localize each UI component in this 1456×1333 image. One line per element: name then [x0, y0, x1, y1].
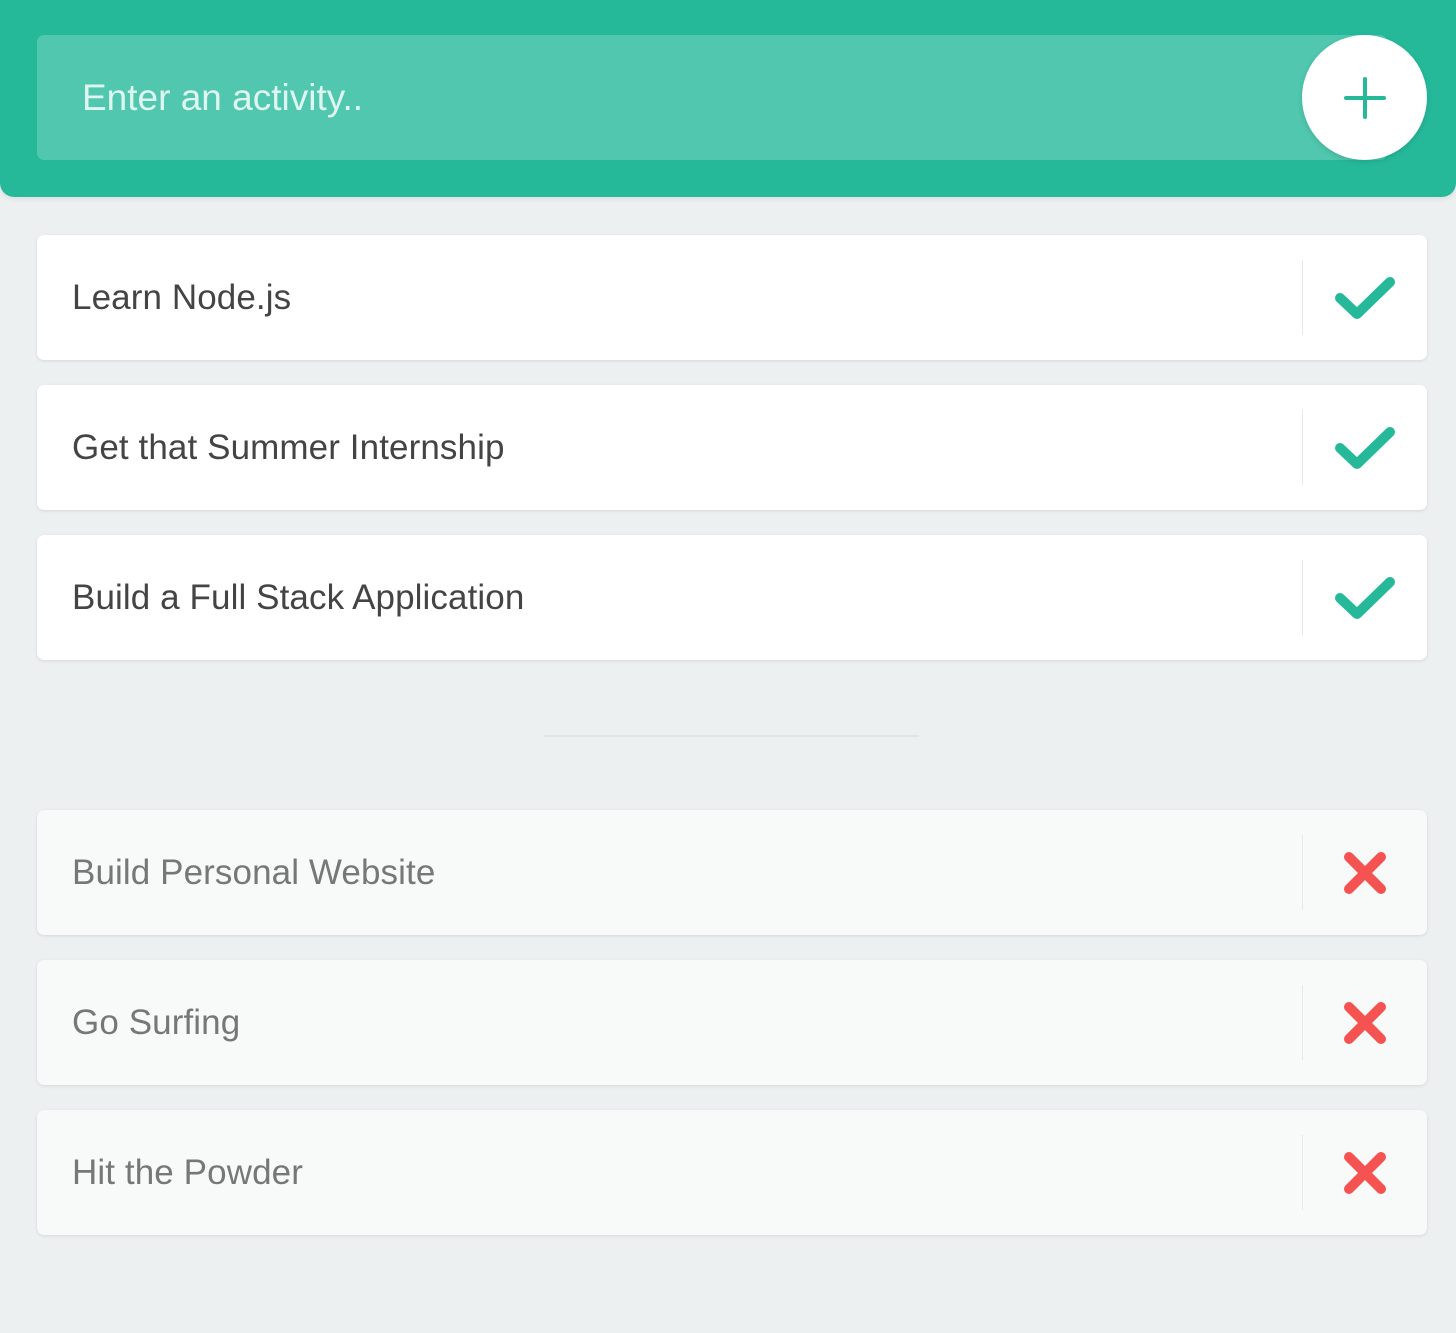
completed-list: Build Personal Website Go Surfing Hit th…: [37, 810, 1427, 1260]
close-icon: [1344, 1151, 1386, 1194]
activity-input[interactable]: [37, 35, 1387, 160]
completed-item-label: Hit the Powder: [72, 1152, 303, 1192]
check-icon: [1335, 426, 1395, 469]
todo-item: Build a Full Stack Application: [37, 535, 1427, 660]
completed-item: Hit the Powder: [37, 1110, 1427, 1235]
todo-item: Learn Node.js: [37, 235, 1427, 360]
completed-item-label: Build Personal Website: [72, 852, 436, 892]
complete-button[interactable]: [1303, 385, 1427, 510]
add-activity-button[interactable]: [1302, 35, 1427, 160]
header-bar: [0, 0, 1456, 197]
check-icon: [1335, 576, 1395, 619]
complete-button[interactable]: [1303, 235, 1427, 360]
check-icon: [1335, 276, 1395, 319]
todo-item-label: Learn Node.js: [72, 277, 292, 317]
complete-button[interactable]: [1303, 535, 1427, 660]
list-divider: [544, 735, 919, 737]
activity-input-wrapper: [37, 35, 1387, 160]
completed-item: Build Personal Website: [37, 810, 1427, 935]
todo-list: Learn Node.js Get that Summer Internship…: [37, 235, 1427, 685]
completed-item: Go Surfing: [37, 960, 1427, 1085]
close-icon: [1344, 1001, 1386, 1044]
todo-item-label: Build a Full Stack Application: [72, 577, 525, 617]
completed-item-label: Go Surfing: [72, 1002, 241, 1042]
remove-button[interactable]: [1303, 810, 1427, 935]
todo-item-label: Get that Summer Internship: [72, 427, 505, 467]
plus-icon: [1343, 76, 1386, 119]
remove-button[interactable]: [1303, 1110, 1427, 1235]
todo-item: Get that Summer Internship: [37, 385, 1427, 510]
remove-button[interactable]: [1303, 960, 1427, 1085]
close-icon: [1344, 851, 1386, 894]
